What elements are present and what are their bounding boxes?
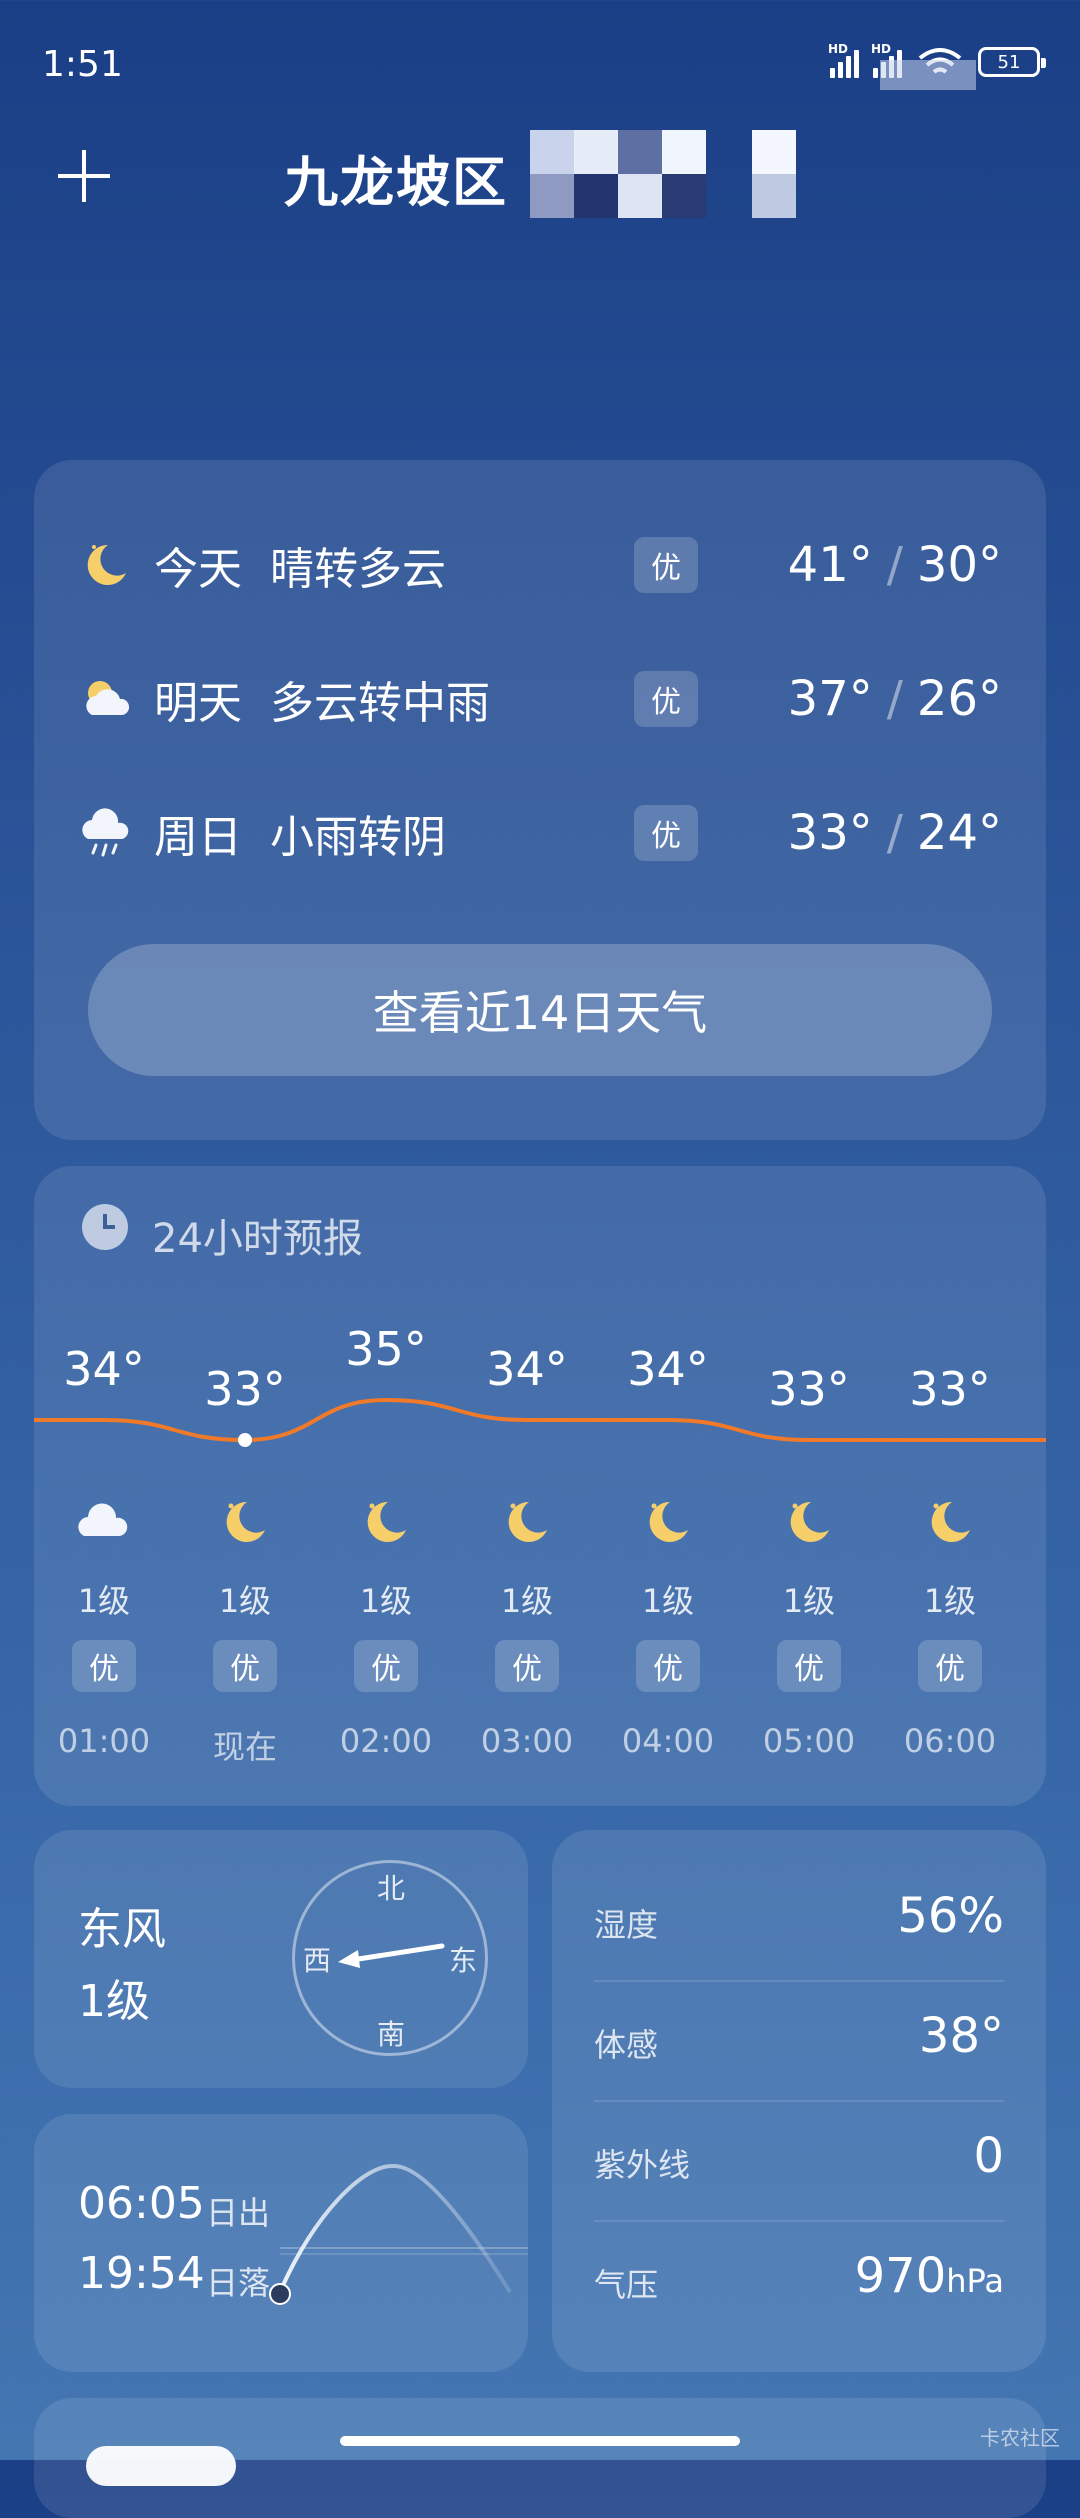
detail-value: 38° <box>918 2008 1004 2064</box>
wind-direction: 东风 <box>78 1904 166 1955</box>
now-marker <box>238 1433 252 1447</box>
cloudy-icon <box>74 1496 134 1548</box>
hour-temp: 35° <box>345 1322 427 1376</box>
hour-wind: 1级 <box>359 1582 413 1620</box>
signal-icon: HD <box>828 42 859 78</box>
detail-pressure: 气压 970hPa <box>594 2220 1004 2340</box>
hour-time: 05:00 <box>762 1722 856 1760</box>
hour-aqi: 优 <box>495 1640 559 1692</box>
hourly-forecast-card[interactable]: 24小时预报 34° 1级优 01:00 33° 1级优现在 35° 1级优 02:00 34°… <box>34 1166 1046 1806</box>
hourly-temp-curve <box>34 1397 1046 1447</box>
moon-icon <box>779 1496 839 1548</box>
hour-wind: 1级 <box>218 1582 272 1620</box>
wind-card[interactable]: 东风 1级 北 南 东 西 <box>34 1830 528 2088</box>
hour-aqi: 优 <box>354 1640 418 1692</box>
hour-wind: 1级 <box>641 1582 695 1620</box>
moon-icon <box>87 544 126 585</box>
forecast-temps: 37°/26° <box>787 671 1002 727</box>
hour-time: 02:00 <box>339 1722 433 1760</box>
forecast-label: 今天 晴转多云 <box>154 544 446 595</box>
moon-icon <box>638 1496 698 1548</box>
hour-time: 现在 <box>212 1728 277 1766</box>
aqi-badge: 优 <box>634 671 698 727</box>
status-time: 1:51 <box>42 44 123 85</box>
wind-arrow-icon <box>338 1943 445 1968</box>
moon-icon <box>920 1496 980 1548</box>
forecast-label: 周日 小雨转阴 <box>154 812 446 863</box>
aqi-badge: 优 <box>634 805 698 861</box>
hour-time: 03:00 <box>480 1722 574 1760</box>
hour-temp: 33° <box>768 1362 850 1416</box>
wind-level: 1级 <box>78 1976 150 2027</box>
compass: 北 南 东 西 <box>292 1860 488 2056</box>
hour-temp: 34° <box>486 1342 568 1396</box>
aqi-badge: 优 <box>634 537 698 593</box>
hour-wind: 1级 <box>923 1582 977 1620</box>
daily-forecast-card: 今天 晴转多云 优 41°/30° 明天 多云转中雨 优 37°/26° 周日 … <box>34 460 1046 1140</box>
blur-mask <box>880 60 976 90</box>
hour-time: 01:00 <box>57 1722 151 1760</box>
moon-icon <box>215 1496 275 1548</box>
forecast-row-tomorrow[interactable]: 明天 多云转中雨 优 37°/26° <box>34 654 1046 744</box>
hd-label-2: HD <box>871 42 892 56</box>
detail-label: 气压 <box>594 2266 659 2304</box>
detail-value: 970hPa <box>854 2248 1004 2304</box>
hour-temp: 34° <box>63 1342 145 1396</box>
cloud-sun-icon <box>86 2446 236 2486</box>
moon-icon <box>497 1496 557 1548</box>
hour-temp: 33° <box>909 1362 991 1416</box>
forecast-row-today[interactable]: 今天 晴转多云 优 41°/30° <box>34 520 1046 610</box>
sun-arc-icon <box>269 2163 528 2305</box>
detail-humidity: 湿度 56% <box>594 1860 1004 1982</box>
moon-icon <box>356 1496 416 1548</box>
forecast-temps: 41°/30° <box>787 537 1002 593</box>
hour-wind: 1级 <box>782 1582 836 1620</box>
hd-label: HD <box>828 42 849 56</box>
hour-temp: 34° <box>627 1342 709 1396</box>
home-indicator[interactable] <box>340 2436 740 2446</box>
hour-aqi: 优 <box>636 1640 700 1692</box>
detail-value: 56% <box>897 1888 1004 1944</box>
detail-uv: 紫外线 0 <box>594 2100 1004 2222</box>
battery-icon: 51 <box>978 47 1046 77</box>
add-city-button[interactable] <box>58 150 110 202</box>
light-rain-icon <box>82 808 129 857</box>
hour-temp: 33° <box>204 1362 286 1416</box>
hour-aqi: 优 <box>777 1640 841 1692</box>
details-card[interactable]: 湿度 56% 体感 38° 紫外线 0 气压 970hPa <box>552 1830 1046 2372</box>
detail-feels-like: 体感 38° <box>594 1980 1004 2102</box>
hour-time: 06:00 <box>903 1722 997 1760</box>
forecast-label: 明天 多云转中雨 <box>154 678 490 729</box>
sunrise-sunset-card[interactable]: 06:05 日出 19:54 日落 <box>34 2114 528 2372</box>
detail-label: 体感 <box>594 2026 659 2064</box>
detail-value: 0 <box>973 2128 1004 2184</box>
hour-aqi: 优 <box>72 1640 136 1692</box>
partly-cloudy-icon <box>86 681 130 715</box>
hour-wind: 1级 <box>77 1582 131 1620</box>
hour-wind: 1级 <box>500 1582 554 1620</box>
wind-info: 东风 1级 <box>78 1894 166 2038</box>
forecast-temps: 33°/24° <box>787 805 1002 861</box>
detail-label: 紫外线 <box>594 2146 691 2184</box>
watermark: 卡农社区 <box>980 2426 1060 2450</box>
detail-label: 湿度 <box>594 1906 659 1944</box>
hour-aqi: 优 <box>918 1640 982 1692</box>
city-name: 九龙坡区 <box>284 151 508 214</box>
hour-aqi: 优 <box>213 1640 277 1692</box>
view-14-day-button[interactable]: 查看近14日天气 <box>88 944 992 1076</box>
forecast-row-sunday[interactable]: 周日 小雨转阴 优 33°/24° <box>34 788 1046 878</box>
hour-time: 04:00 <box>621 1722 715 1760</box>
battery-level: 51 <box>997 51 1021 73</box>
